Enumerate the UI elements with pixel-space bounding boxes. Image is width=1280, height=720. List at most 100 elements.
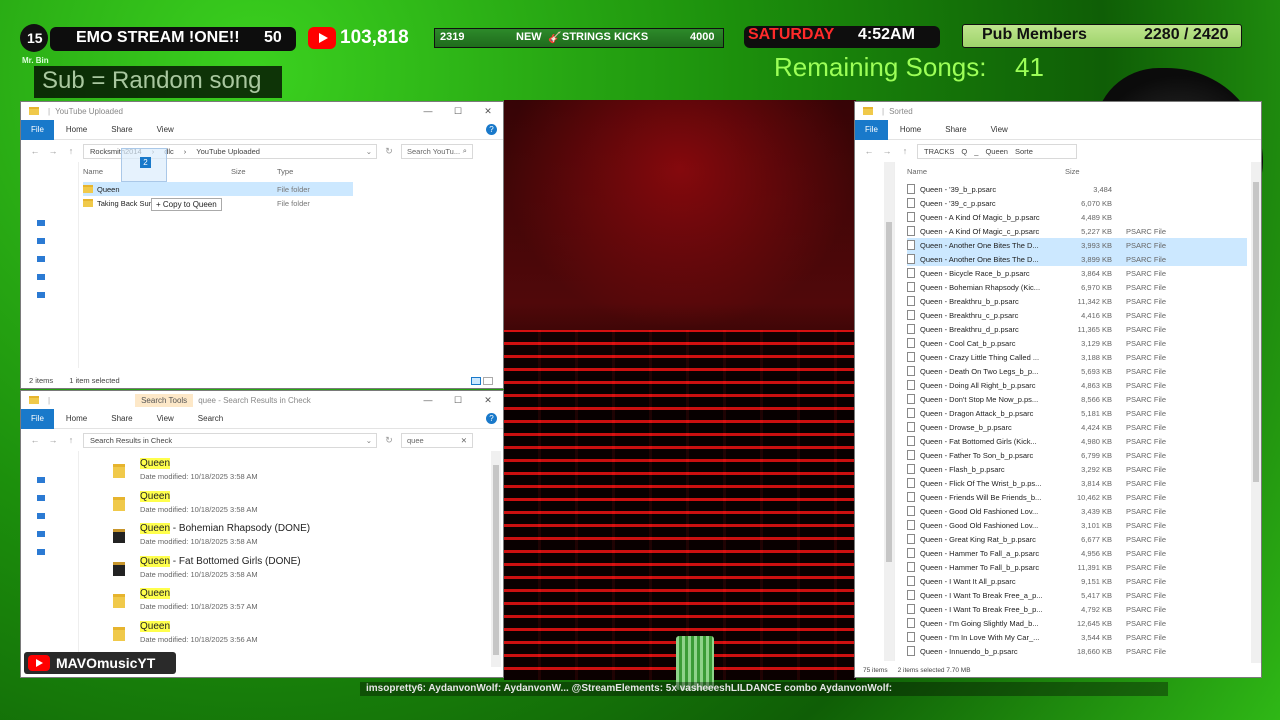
table-row[interactable]: Queen - Another One Bites The D... 3,899 …	[907, 252, 1247, 266]
tab-home[interactable]: Home	[54, 414, 99, 423]
breadcrumb-underscore[interactable]: _	[974, 147, 978, 156]
table-row[interactable]: Queen - Good Old Fashioned Lov... 3,101 K…	[907, 518, 1247, 532]
close-icon[interactable]: ✕	[473, 395, 503, 406]
titlebar[interactable]: | YouTube Uploaded — ☐ ✕	[21, 102, 503, 120]
breadcrumb-queen[interactable]: Queen	[985, 147, 1008, 156]
tab-file[interactable]: File	[21, 408, 54, 429]
titlebar[interactable]: | Sorted	[855, 102, 1261, 120]
back-icon[interactable]: ←	[863, 146, 875, 156]
maximize-icon[interactable]: ☐	[443, 106, 473, 117]
scrollbar-thumb[interactable]	[1253, 182, 1259, 482]
tab-home[interactable]: Home	[888, 125, 933, 134]
tab-file[interactable]: File	[21, 119, 54, 140]
view-switcher[interactable]	[471, 377, 493, 385]
tab-view[interactable]: View	[145, 125, 186, 134]
table-row[interactable]: Queen - Father To Son_b_p.psarc 6,799 KB P…	[907, 448, 1247, 462]
search-results-crumb[interactable]: Search Results in Check	[90, 436, 172, 445]
up-icon[interactable]: ↑	[65, 146, 77, 156]
chevron-down-icon[interactable]: ⌄	[366, 436, 372, 445]
help-icon[interactable]: ?	[486, 124, 497, 135]
up-icon[interactable]: ↑	[899, 146, 911, 156]
address-bar[interactable]: Search Results in Check ⌄	[83, 432, 377, 448]
navigation-pane[interactable]	[21, 451, 79, 667]
table-row[interactable]: Queen - Hammer To Fall_b_p.psarc 11,391 K…	[907, 560, 1247, 574]
refresh-icon[interactable]: ↻	[383, 435, 395, 446]
tab-share[interactable]: Share	[933, 125, 978, 134]
tab-view[interactable]: View	[979, 125, 1020, 134]
breadcrumb-sorted[interactable]: Sorte	[1015, 147, 1033, 156]
explorer-youtube-uploaded[interactable]: | YouTube Uploaded — ☐ ✕ File Home Share V…	[20, 101, 504, 389]
table-row[interactable]: Queen - Doing All Right_b_p.psarc 4,863 K…	[907, 378, 1247, 392]
column-type[interactable]: Type	[277, 167, 293, 176]
table-row[interactable]: Queen - '39_c_p.psarc 6,070 KB	[907, 196, 1247, 210]
close-icon[interactable]: ✕	[473, 106, 503, 117]
column-size[interactable]: Size	[1065, 167, 1080, 176]
table-row[interactable]: Queen - Breakthru_b_p.psarc 11,342 KB PSAR…	[907, 294, 1247, 308]
details-view-icon[interactable]	[471, 377, 481, 385]
nav-scrollbar[interactable]	[884, 162, 894, 661]
chevron-down-icon[interactable]: ⌄	[366, 147, 372, 156]
table-row[interactable]: Queen - I Want It All_p.psarc 9,151 KB PSA…	[907, 574, 1247, 588]
help-icon[interactable]: ?	[486, 413, 497, 424]
address-bar[interactable]: TRACKS Q _ Queen Sorte	[917, 143, 1077, 159]
forward-icon[interactable]: →	[881, 146, 893, 156]
scrollbar[interactable]	[1251, 162, 1261, 663]
tab-search[interactable]: Search	[186, 414, 235, 423]
minimize-icon[interactable]: —	[413, 106, 443, 117]
forward-icon[interactable]: →	[47, 146, 59, 156]
breadcrumb-youtube-uploaded[interactable]: YouTube Uploaded	[196, 147, 260, 156]
maximize-icon[interactable]: ☐	[443, 395, 473, 406]
search-input[interactable]: quee ✕	[401, 432, 473, 448]
back-icon[interactable]: ←	[29, 146, 41, 156]
search-tools-tab[interactable]: Search Tools	[135, 393, 194, 407]
tab-share[interactable]: Share	[99, 414, 144, 423]
tab-home[interactable]: Home	[54, 125, 99, 134]
table-row[interactable]: Queen - Flick Of The Wrist_b_p.ps... 3,81…	[907, 476, 1247, 490]
table-row[interactable]: Queen - Cool Cat_b_p.psarc 3,129 KB PSARC …	[907, 336, 1247, 350]
table-row[interactable]: Queen - Flash_b_p.psarc 3,292 KB PSARC Fil…	[907, 462, 1247, 476]
column-size[interactable]: Size	[231, 167, 277, 176]
table-row[interactable]: Queen File folder	[83, 182, 353, 196]
table-row[interactable]: Queen - I Want To Break Free_a_p... 5,417…	[907, 588, 1247, 602]
table-row[interactable]: Queen - A Kind Of Magic_c_p.psarc 5,227 K…	[907, 224, 1247, 238]
table-row[interactable]: Queen - Hammer To Fall_a_p.psarc 4,956 KB…	[907, 546, 1247, 560]
titlebar[interactable]: | Search Tools quee - Search Results in …	[21, 391, 503, 409]
table-row[interactable]: Queen - Fat Bottomed Girls (Kick... 4,980…	[907, 434, 1247, 448]
table-row[interactable]: Queen - Friends Will Be Friends_b... 10,4…	[907, 490, 1247, 504]
table-row[interactable]: Queen - Crazy Little Thing Called ... 3,1…	[907, 350, 1247, 364]
table-row[interactable]: Queen - '39_b_p.psarc 3,484	[907, 182, 1247, 196]
column-name[interactable]: Name	[907, 167, 1065, 176]
navigation-pane[interactable]	[21, 162, 79, 368]
breadcrumb-q[interactable]: Q	[961, 147, 967, 156]
table-row[interactable]: Queen - Breakthru_d_p.psarc 11,365 KB PSAR…	[907, 322, 1247, 336]
tab-view[interactable]: View	[145, 414, 186, 423]
table-row[interactable]: Queen - I'm Going Slightly Mad_b... 12,64…	[907, 616, 1247, 630]
table-row[interactable]: Queen - A Kind Of Magic_b_p.psarc 4,489 K…	[907, 210, 1247, 224]
table-row[interactable]: Queen - I'm In Love With My Car_... 3,544…	[907, 630, 1247, 644]
table-row[interactable]: Queen - Don't Stop Me Now_p.ps... 8,566 K…	[907, 392, 1247, 406]
forward-icon[interactable]: →	[47, 435, 59, 445]
scrollbar[interactable]	[491, 451, 501, 667]
table-row[interactable]: Queen - Death On Two Legs_b_p... 5,693 KB…	[907, 364, 1247, 378]
table-row[interactable]: Queen - Bohemian Rhapsody (Kic... 6,970 K…	[907, 280, 1247, 294]
minimize-icon[interactable]: —	[413, 395, 443, 406]
scrollbar-thumb[interactable]	[493, 465, 499, 655]
table-row[interactable]: Queen - Breakthru_c_p.psarc 4,416 KB PSARC…	[907, 308, 1247, 322]
navigation-pane[interactable]	[855, 162, 895, 661]
table-row[interactable]: Queen - Drowse_b_p.psarc 4,424 KB PSARC Fi…	[907, 420, 1247, 434]
up-icon[interactable]: ↑	[65, 435, 77, 445]
table-row[interactable]: Queen - Innuendo_b_p.psarc 18,660 KB PSARC…	[907, 644, 1247, 658]
table-row[interactable]: Queen - Bicycle Race_b_p.psarc 3,864 KB PS…	[907, 266, 1247, 280]
explorer-sorted[interactable]: | Sorted File Home Share View ← → ↑ TRAC…	[854, 101, 1262, 678]
table-row[interactable]: Queen - Good Old Fashioned Lov... 3,439 K…	[907, 504, 1247, 518]
tiles-view-icon[interactable]	[483, 377, 493, 385]
back-icon[interactable]: ←	[29, 435, 41, 445]
explorer-search-results[interactable]: | Search Tools quee - Search Results in …	[20, 390, 504, 678]
refresh-icon[interactable]: ↻	[383, 146, 395, 157]
breadcrumb-tracks[interactable]: TRACKS	[924, 147, 954, 156]
clear-search-icon[interactable]: ✕	[461, 436, 467, 445]
table-row[interactable]: Queen - I Want To Break Free_b_p... 4,792…	[907, 602, 1247, 616]
search-input[interactable]: Search YouTu... ⌕	[401, 143, 473, 159]
tab-file[interactable]: File	[855, 119, 888, 140]
table-row[interactable]: Queen - Another One Bites The D... 3,993 …	[907, 238, 1247, 252]
